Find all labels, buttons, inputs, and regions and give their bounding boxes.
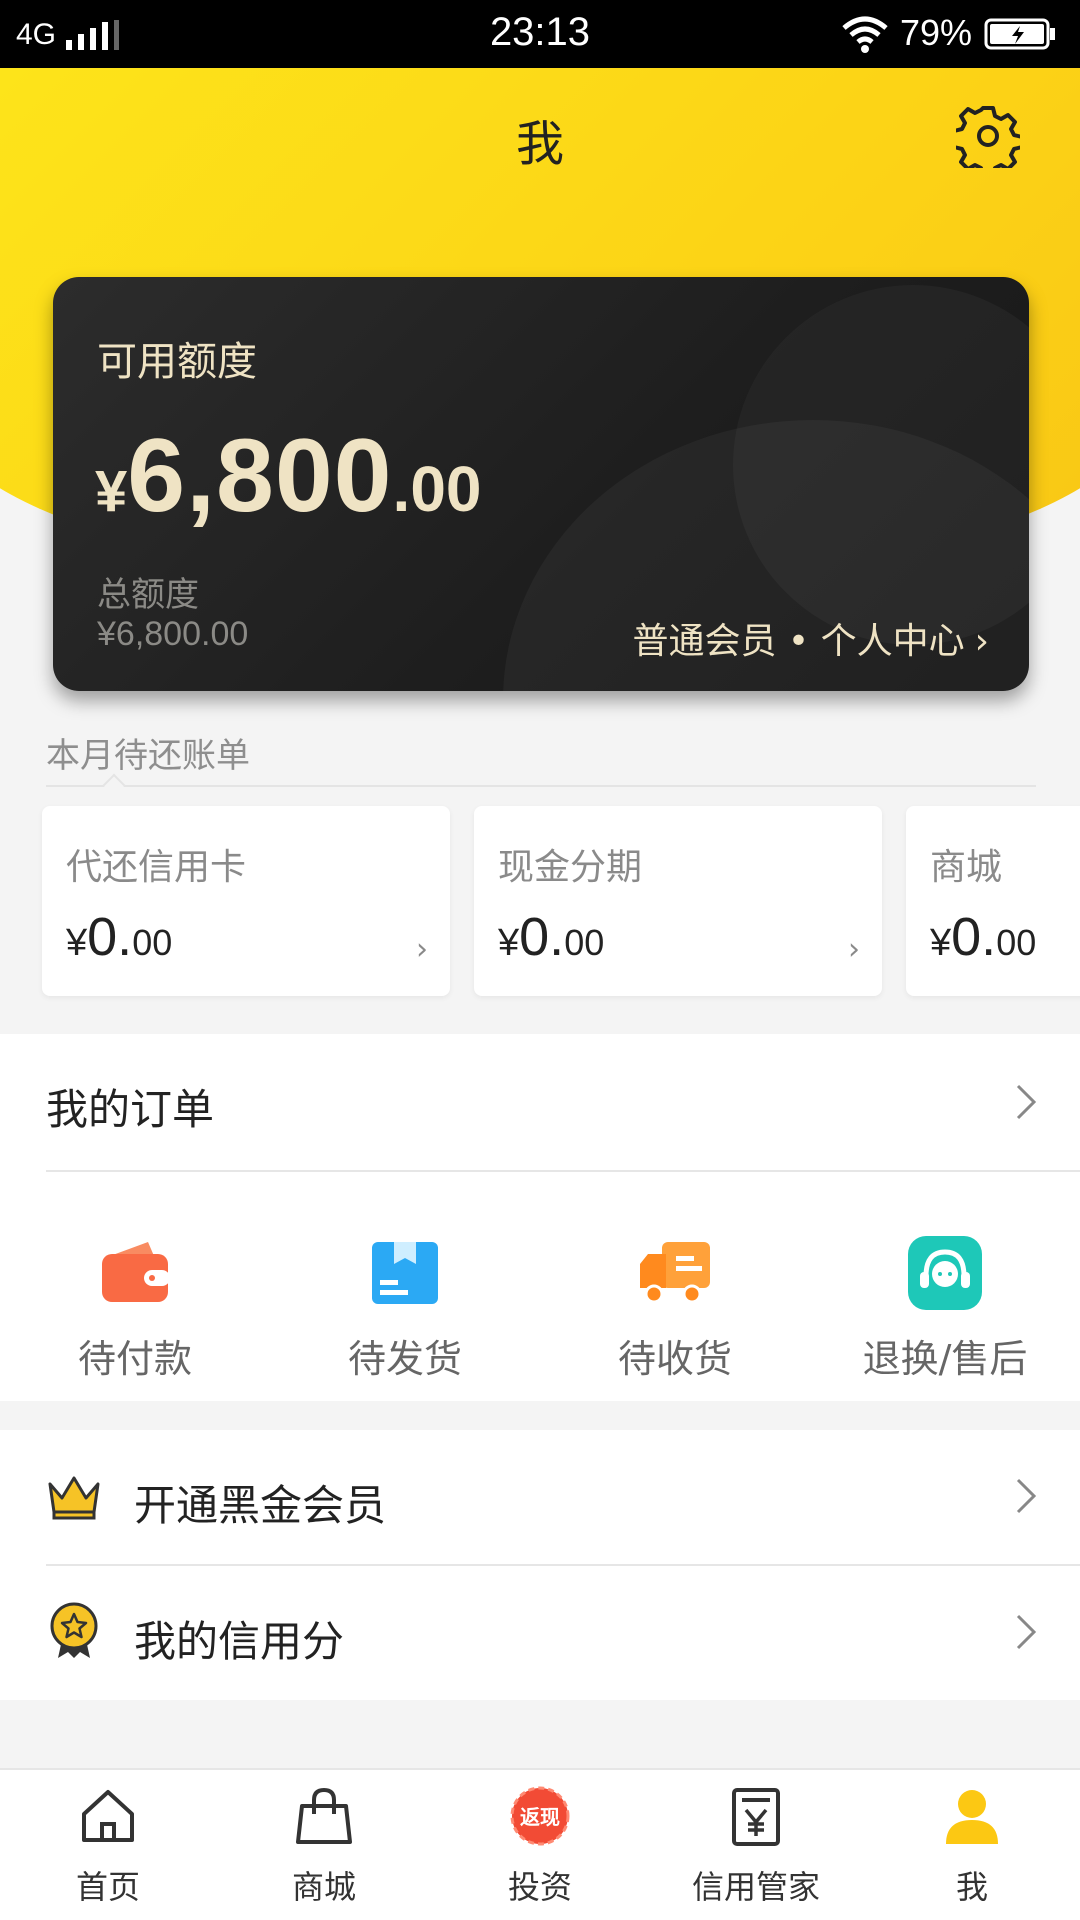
profile-page: 4G 23:13 79% 我 可用额度 ¥6,800.00 总额度 ¥6,800… — [0, 0, 1080, 1920]
status-bar: 4G 23:13 79% — [0, 0, 1080, 68]
tab-me[interactable]: 我 — [864, 1784, 1080, 1908]
my-orders-title: 我的订单 — [46, 1085, 215, 1134]
order-status-pending-shipment[interactable]: 待发货 — [270, 1234, 540, 1383]
menu-item-credit-score[interactable]: 我的信用分 — [0, 1566, 1080, 1700]
bill-card-credit-repay[interactable]: 代还信用卡 ¥0.00 › — [42, 806, 450, 996]
tab-label: 首页 — [75, 1868, 140, 1906]
orders-section: 我的订单 待付款 待发货 待收货 退换/售后 — [0, 1034, 1080, 1401]
member-center-link[interactable]: 普通会员 • 个人中心 › — [632, 612, 989, 664]
bag-icon — [296, 1787, 352, 1844]
home-icon — [82, 1790, 134, 1842]
amount-integer: 6,800 — [127, 418, 393, 534]
order-status-label: 待发货 — [347, 1337, 462, 1381]
bill-amount: ¥0.00 — [930, 906, 1036, 968]
cashback-icon: 返现 — [510, 1786, 570, 1846]
order-status-pending-payment[interactable]: 待付款 — [0, 1234, 270, 1383]
my-orders-row[interactable]: 我的订单 — [0, 1034, 1080, 1170]
currency-symbol: ¥ — [66, 922, 88, 964]
order-status-label: 待付款 — [77, 1337, 192, 1381]
gear-icon[interactable] — [956, 104, 1020, 168]
chevron-right-icon: › — [848, 932, 860, 967]
order-status-label: 退换/售后 — [862, 1337, 1028, 1381]
tab-label: 信用管家 — [691, 1868, 820, 1906]
divider — [46, 1170, 1080, 1172]
chevron-right-icon: › — [416, 932, 428, 967]
available-credit-amount: ¥6,800.00 — [95, 417, 482, 536]
tab-label: 投资 — [507, 1868, 572, 1906]
wallet-icon — [102, 1242, 170, 1302]
tab-label: 商城 — [291, 1868, 356, 1906]
total-credit-value: ¥6,800.00 — [97, 615, 249, 653]
chevron-right-icon: › — [974, 621, 989, 662]
bottom-tab-bar: 首页 商城 返现 投资 信用管家 我 — [0, 1768, 1080, 1920]
amount-integer: 0. — [87, 907, 133, 967]
tab-invest[interactable]: 返现 投资 — [432, 1784, 648, 1908]
order-status-after-sale[interactable]: 退换/售后 — [810, 1234, 1080, 1383]
tab-home[interactable]: 首页 — [0, 1784, 216, 1908]
yen-document-icon — [732, 1788, 780, 1846]
bill-name: 现金分期 — [498, 847, 643, 888]
amount-decimal: 00 — [996, 922, 1037, 963]
menu-item-label: 我的信用分 — [134, 1617, 345, 1666]
credit-card[interactable]: 可用额度 ¥6,800.00 总额度 ¥6,800.00 普通会员 • 个人中心… — [53, 277, 1029, 691]
chevron-right-icon — [1016, 1084, 1037, 1120]
tab-label: 我 — [955, 1868, 988, 1906]
order-status-label: 待收货 — [617, 1337, 732, 1381]
battery-icon — [984, 18, 1055, 50]
wifi-icon — [842, 16, 888, 53]
menu-item-black-gold-membership[interactable]: 开通黑金会员 — [0, 1430, 1080, 1564]
bill-list: 代还信用卡 ¥0.00 › 现金分期 ¥0.00 › 商城 ¥0.00 › — [42, 806, 1080, 996]
battery-percent: 79% — [900, 12, 973, 53]
tab-credit-manager[interactable]: 信用管家 — [648, 1784, 864, 1908]
currency-symbol: ¥ — [930, 922, 952, 964]
bill-name: 代还信用卡 — [66, 847, 247, 888]
medal-icon — [50, 1602, 98, 1658]
menu-section: 开通黑金会员 我的信用分 — [0, 1430, 1080, 1700]
bill-name: 商城 — [930, 847, 1003, 888]
chevron-right-icon — [1016, 1614, 1037, 1650]
monthly-bills-title: 本月待还账单 — [46, 736, 250, 776]
menu-item-label: 开通黑金会员 — [134, 1481, 387, 1530]
tab-mall[interactable]: 商城 — [216, 1784, 432, 1908]
amount-decimal: .00 — [392, 453, 482, 525]
page-title: 我 — [515, 116, 564, 172]
bill-amount: ¥0.00 — [66, 906, 172, 968]
truck-icon — [640, 1242, 710, 1304]
amount-integer: 0. — [519, 907, 565, 967]
order-status-pending-receipt[interactable]: 待收货 — [540, 1234, 810, 1383]
chevron-right-icon — [1016, 1478, 1037, 1514]
available-credit-label: 可用额度 — [97, 339, 257, 385]
amount-decimal: 00 — [132, 922, 173, 963]
crown-icon — [48, 1476, 100, 1520]
amount-integer: 0. — [951, 907, 997, 967]
total-credit-label: 总额度 — [97, 575, 199, 615]
currency-symbol: ¥ — [498, 922, 520, 964]
user-icon — [946, 1790, 998, 1844]
amount-decimal: 00 — [564, 922, 605, 963]
bill-card-mall[interactable]: 商城 ¥0.00 › — [906, 806, 1080, 996]
member-center-label: 普通会员 • 个人中心 — [632, 621, 965, 662]
currency-symbol: ¥ — [95, 459, 128, 524]
divider — [46, 785, 1036, 787]
headset-icon — [908, 1236, 982, 1310]
cashback-badge-text: 返现 — [520, 1805, 560, 1829]
bill-card-cash-installment[interactable]: 现金分期 ¥0.00 › — [474, 806, 882, 996]
bill-amount: ¥0.00 — [498, 906, 604, 968]
package-icon — [372, 1242, 438, 1304]
divider-pointer — [102, 773, 126, 797]
